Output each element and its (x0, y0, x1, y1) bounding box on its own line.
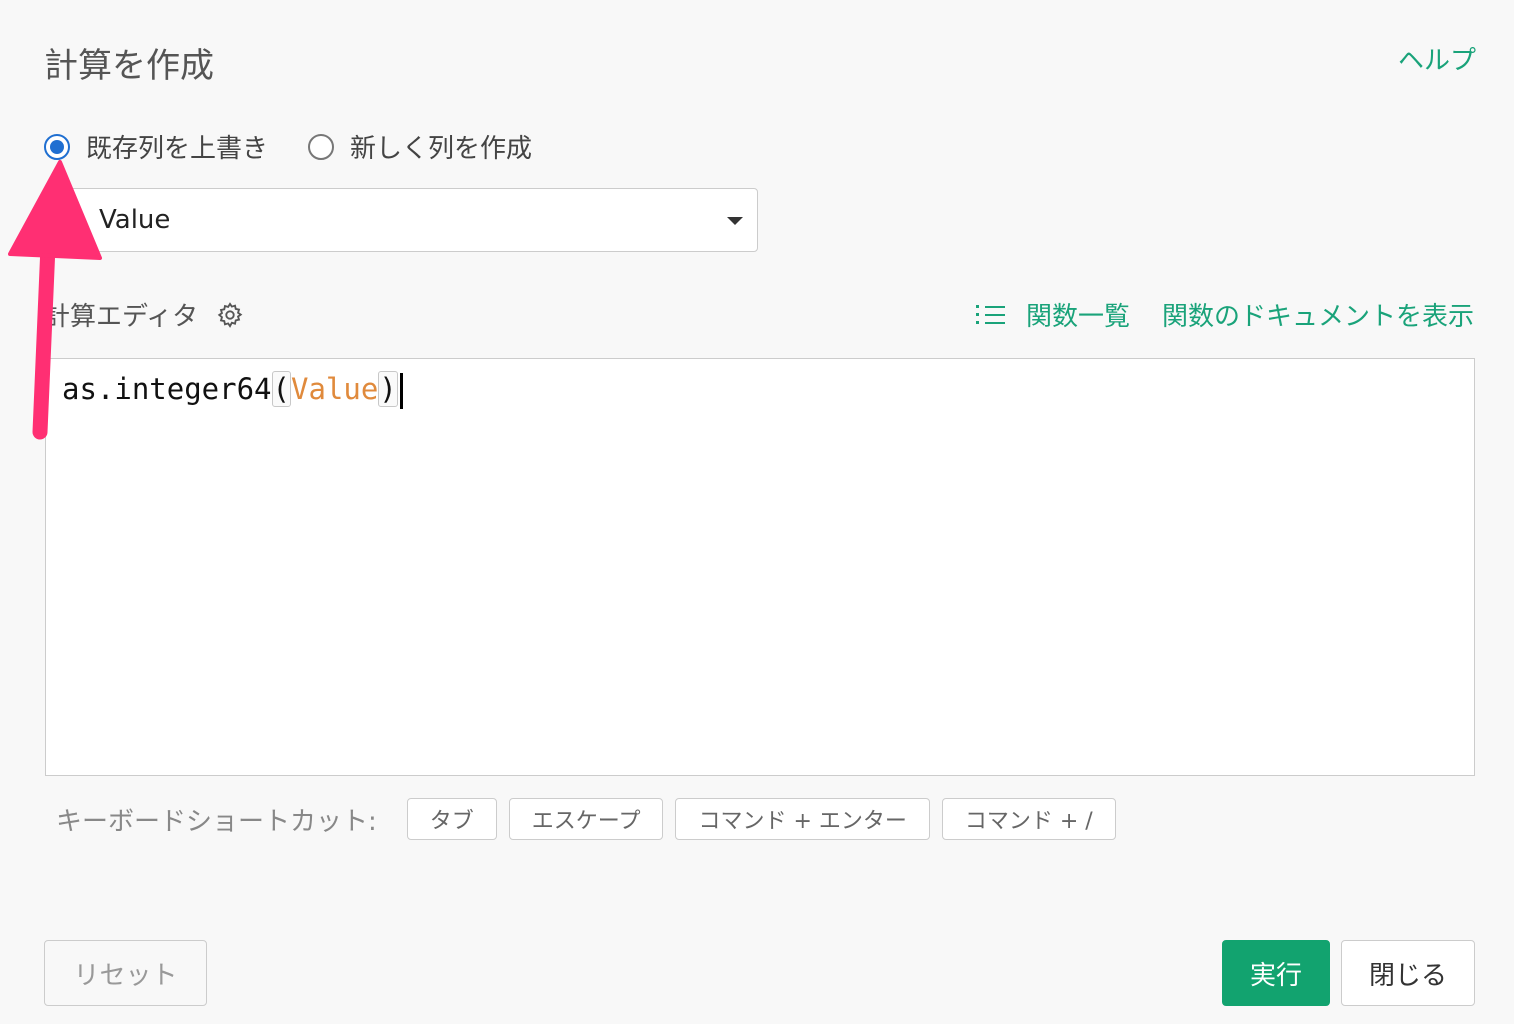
code-argument: Value (290, 372, 379, 406)
shortcut-key-cmd-slash: コマンド + / (941, 798, 1116, 840)
shortcut-key-cmd-enter: コマンド + エンター (675, 798, 930, 840)
text-cursor (399, 373, 403, 409)
close-button[interactable]: 閉じる (1341, 940, 1475, 1006)
function-docs-link[interactable]: 関数のドキュメントを表示 (1162, 296, 1474, 333)
shortcuts-label: キーボードショートカット: (56, 806, 377, 837)
radio-create-new[interactable]: 新しく列を作成 (308, 128, 532, 165)
radio-create-new-label: 新しく列を作成 (350, 134, 533, 164)
function-list-link[interactable]: 関数一覧 (1026, 296, 1130, 333)
editor-links: 関数一覧 関数のドキュメントを表示 (975, 296, 1474, 333)
shortcut-key-escape: エスケープ (508, 798, 664, 840)
code-line[interactable]: as.integer64(Value) (62, 369, 403, 409)
mode-radio-group: 既存列を上書き 新しく列を作成 (44, 128, 572, 165)
radio-overwrite-label: 既存列を上書き (86, 134, 269, 164)
run-button[interactable]: 実行 (1222, 940, 1330, 1006)
keyboard-shortcuts: キーボードショートカット: タブ エスケープ コマンド + エンター コマンド … (56, 798, 1128, 840)
code-open-paren: ( (271, 371, 291, 407)
dialog-title: 計算を作成 (44, 46, 214, 86)
column-select[interactable]: Value (46, 188, 758, 252)
shortcut-key-tab: タブ (406, 798, 497, 840)
editor-label: 計算エディタ (44, 302, 199, 332)
help-link[interactable]: ヘルプ (1398, 40, 1476, 77)
radio-unchecked-icon[interactable] (308, 133, 335, 160)
reset-button[interactable]: リセット (44, 940, 207, 1006)
code-function: as.integer64 (62, 372, 272, 406)
list-icon[interactable] (975, 302, 1006, 328)
radio-overwrite-existing[interactable]: 既存列を上書き (44, 128, 268, 165)
radio-checked-icon[interactable] (44, 133, 70, 160)
code-editor[interactable]: as.integer64(Value) (45, 358, 1475, 776)
code-close-paren: ) (378, 371, 398, 407)
editor-label-row: 計算エディタ (44, 296, 244, 333)
caret-down-icon (727, 217, 743, 225)
gear-icon[interactable] (216, 301, 244, 329)
column-select-value: Value (99, 205, 171, 235)
